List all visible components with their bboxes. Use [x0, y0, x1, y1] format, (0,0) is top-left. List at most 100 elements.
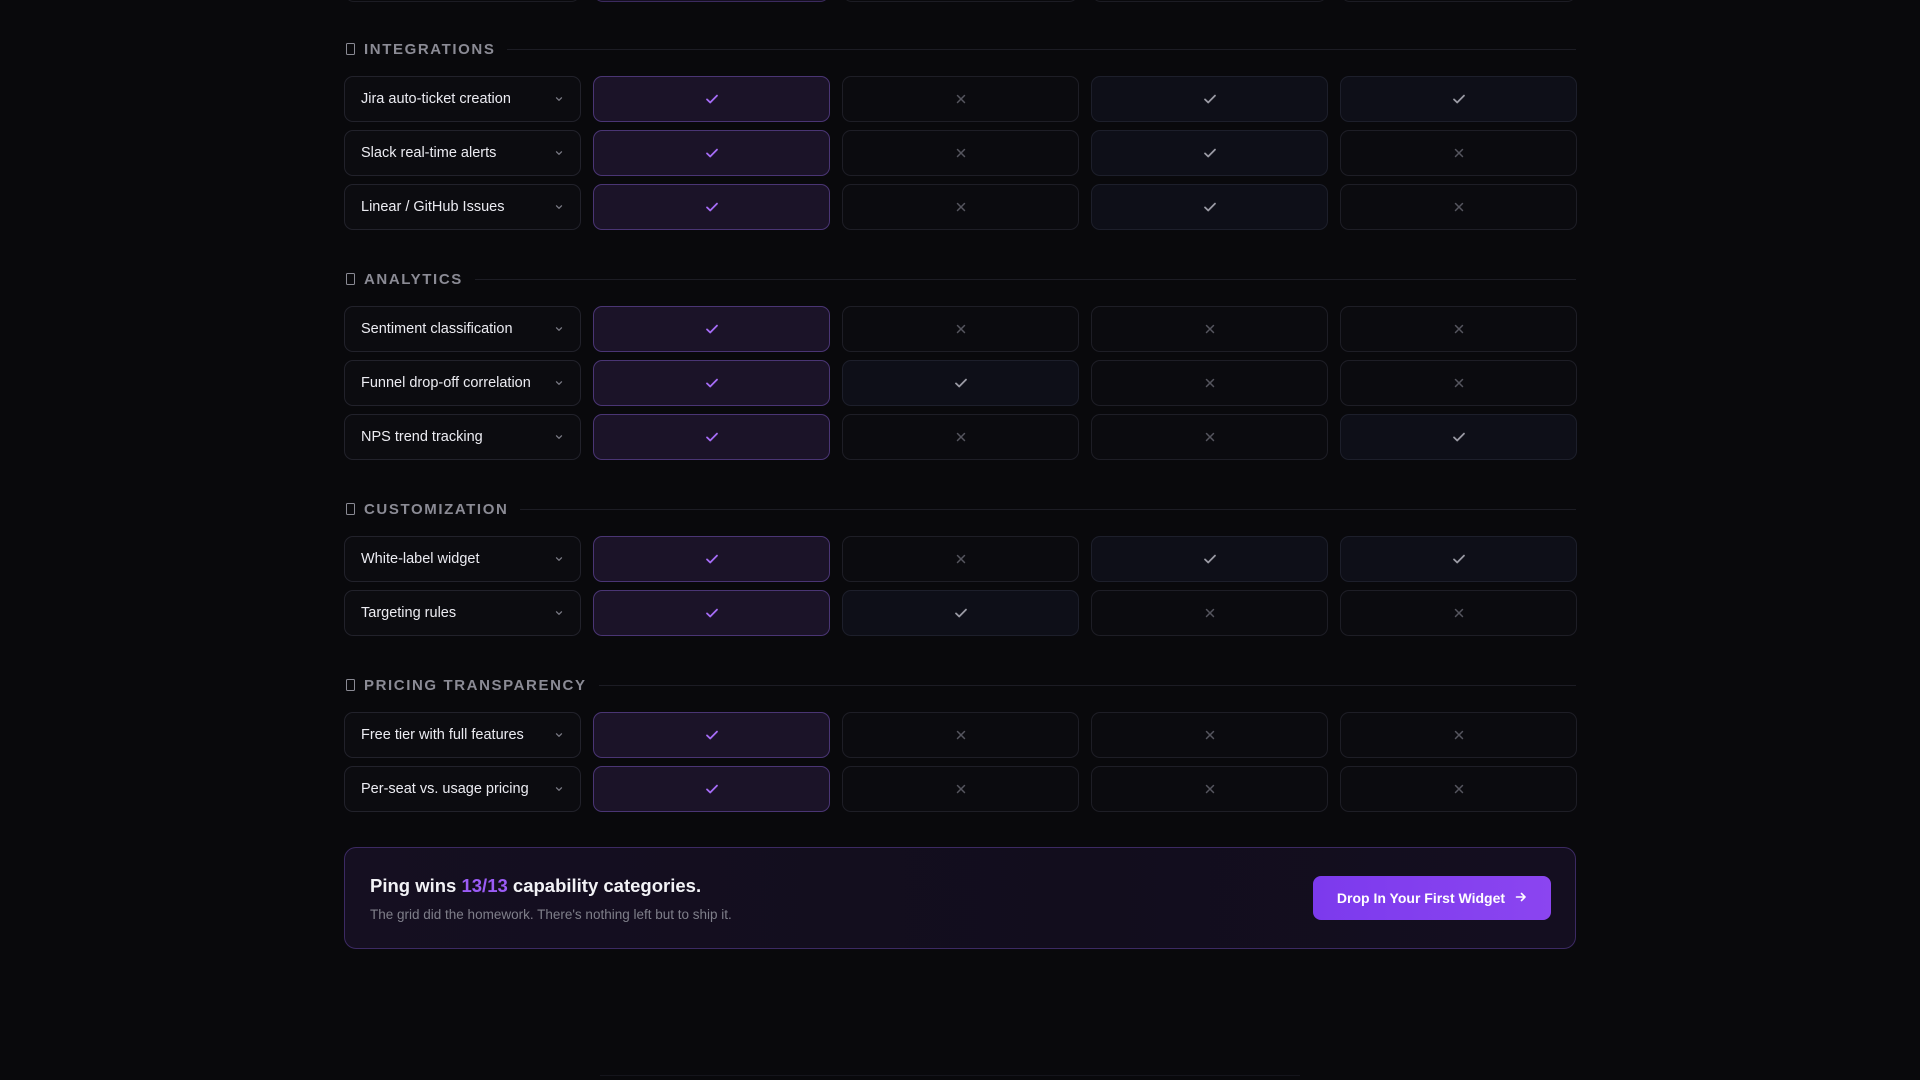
feature-dropdown[interactable]: Per-seat vs. usage pricing [344, 766, 581, 812]
check-icon [1202, 145, 1218, 161]
feature-dropdown[interactable]: Slack real-time alerts [344, 130, 581, 176]
section-divider [507, 48, 1576, 50]
feature-dropdown[interactable]: Funnel drop-off correlation [344, 360, 581, 406]
previous-row-edge [344, 0, 1577, 2]
ping-support-cell [593, 130, 830, 176]
cta-title-prefix: Ping wins [370, 874, 462, 896]
competitor-support-cell [1340, 590, 1577, 636]
ping-support-cell [593, 360, 830, 406]
check-icon [704, 781, 720, 797]
cta-banner: Ping wins 13/13 capability categories. T… [344, 847, 1576, 949]
competitor-support-cell [1340, 184, 1577, 230]
check-icon [704, 145, 720, 161]
cta-button-label: Drop In Your First Widget [1336, 890, 1506, 906]
comparison-row: Per-seat vs. usage pricing [344, 766, 1577, 812]
chevron-down-icon [554, 608, 564, 618]
arrow-right-icon [1515, 890, 1527, 906]
feature-dropdown[interactable]: NPS trend tracking [344, 414, 581, 460]
ping-support-cell [593, 184, 830, 230]
cta-title-suffix: capability categories. [507, 874, 702, 896]
competitor-support-cell [842, 130, 1079, 176]
chevron-down-icon [554, 202, 564, 212]
feature-dropdown[interactable]: Jira auto-ticket creation [344, 76, 581, 122]
x-icon [953, 199, 969, 215]
competitor-support-cell [842, 360, 1079, 406]
ping-cell-edge [593, 0, 830, 2]
x-icon [1451, 605, 1467, 621]
bottom-divider [600, 1075, 1300, 1080]
comparison-row: NPS trend tracking [344, 414, 1577, 460]
check-icon [704, 551, 720, 567]
x-icon [1202, 375, 1218, 391]
comparison-row: Slack real-time alerts [344, 130, 1577, 176]
check-icon [704, 375, 720, 391]
section-header: PRICING TRANSPARENCY [344, 674, 1576, 696]
competitor-cell-edge [1340, 0, 1577, 2]
ping-support-cell [593, 414, 830, 460]
feature-dropdown[interactable]: Sentiment classification [344, 306, 581, 352]
ping-support-cell [593, 536, 830, 582]
chevron-down-icon [554, 324, 564, 334]
chevron-down-icon [554, 784, 564, 794]
cta-score: 13/13 [461, 874, 508, 896]
feature-dropdown[interactable]: Free tier with full features [344, 712, 581, 758]
competitor-support-cell [842, 590, 1079, 636]
section-header: ANALYTICS [344, 268, 1576, 290]
section-header: CUSTOMIZATION [344, 498, 1576, 520]
chevron-down-icon [554, 730, 564, 740]
ping-support-cell [593, 712, 830, 758]
competitor-support-cell [1340, 414, 1577, 460]
section-divider [520, 508, 1576, 510]
x-icon [953, 145, 969, 161]
check-icon [704, 91, 720, 107]
check-icon [1451, 551, 1467, 567]
section-divider [598, 684, 1576, 686]
x-icon [1451, 321, 1467, 337]
ping-support-cell [593, 306, 830, 352]
check-icon [1202, 199, 1218, 215]
feature-dropdown[interactable]: White-label widget [344, 536, 581, 582]
section-title: CUSTOMIZATION [364, 500, 509, 518]
competitor-support-cell [1340, 766, 1577, 812]
cta-text: Ping wins 13/13 capability categories. T… [370, 875, 732, 922]
competitor-support-cell [842, 536, 1079, 582]
cta-subtitle: The grid did the homework. There's nothi… [370, 906, 732, 922]
x-icon [1451, 199, 1467, 215]
feature-label: NPS trend tracking [361, 429, 483, 445]
feature-label: Funnel drop-off correlation [361, 375, 531, 391]
comparison-row: Targeting rules [344, 590, 1577, 636]
feature-label: Slack real-time alerts [361, 145, 497, 161]
x-icon [1202, 781, 1218, 797]
chevron-down-icon [554, 94, 564, 104]
chevron-down-icon [554, 554, 564, 564]
competitor-support-cell [1091, 360, 1328, 406]
comparison-grid: INTEGRATIONS Jira auto-ticket creation Sla… [344, 0, 1577, 820]
ping-support-cell [593, 766, 830, 812]
competitor-support-cell [842, 306, 1079, 352]
comparison-row: Free tier with full features [344, 712, 1577, 758]
x-icon [953, 551, 969, 567]
drop-in-widget-button[interactable]: Drop In Your First Widget [1313, 876, 1551, 920]
feature-label: Targeting rules [361, 605, 457, 621]
x-icon [1451, 781, 1467, 797]
feature-dropdown[interactable]: Targeting rules [344, 590, 581, 636]
competitor-cell-edge [842, 0, 1079, 2]
comparison-row: Linear / GitHub Issues [344, 184, 1577, 230]
feature-label: Per-seat vs. usage pricing [361, 781, 529, 797]
section-title: PRICING TRANSPARENCY [364, 676, 587, 694]
comparison-page: INTEGRATIONS Jira auto-ticket creation Sla… [0, 0, 1920, 1080]
feature-label: Sentiment classification [361, 321, 513, 337]
x-icon [1202, 429, 1218, 445]
competitor-support-cell [842, 712, 1079, 758]
check-icon [1202, 551, 1218, 567]
check-icon [1451, 429, 1467, 445]
feature-label: Linear / GitHub Issues [361, 199, 505, 215]
chevron-down-icon [554, 378, 564, 388]
x-icon [953, 91, 969, 107]
folder-icon [346, 679, 355, 691]
feature-dropdown[interactable]: Linear / GitHub Issues [344, 184, 581, 230]
section-divider [474, 278, 1576, 280]
competitor-support-cell [1340, 712, 1577, 758]
folder-icon [346, 503, 355, 515]
check-icon [704, 321, 720, 337]
